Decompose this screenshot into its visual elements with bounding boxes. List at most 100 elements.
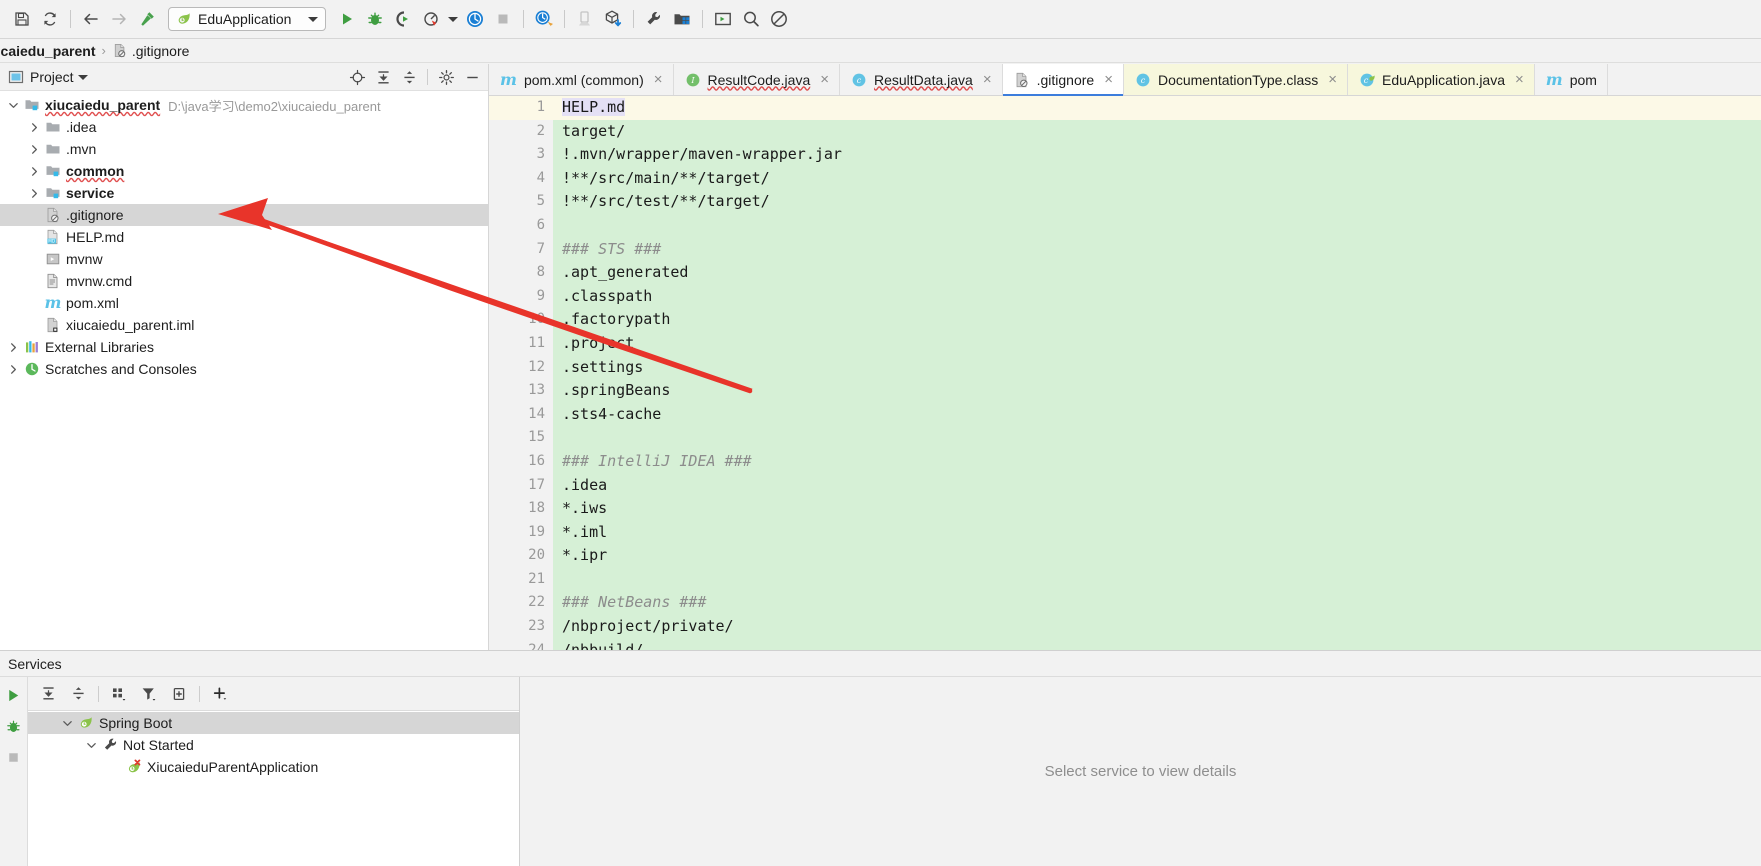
debug-icon[interactable] xyxy=(361,6,389,32)
code-line[interactable] xyxy=(553,213,1761,238)
chevron-down-icon[interactable] xyxy=(77,74,88,80)
hide-icon[interactable] xyxy=(460,66,484,88)
line-number[interactable]: 6 xyxy=(489,214,553,238)
collapse-all-icon[interactable] xyxy=(64,682,92,706)
device-manager-icon[interactable] xyxy=(571,6,599,32)
group-by-icon[interactable] xyxy=(105,682,133,706)
code-line[interactable]: !**/src/test/**/target/ xyxy=(553,190,1761,214)
line-number[interactable]: 22 xyxy=(489,591,553,615)
project-tree-item[interactable]: service xyxy=(0,182,488,204)
code-line[interactable]: !.mvn/wrapper/maven-wrapper.jar xyxy=(553,143,1761,167)
close-icon[interactable]: × xyxy=(983,72,992,87)
chevron-down-icon[interactable] xyxy=(82,734,100,756)
project-tree-item[interactable]: mvnw xyxy=(0,248,488,270)
line-number[interactable]: 21 xyxy=(489,568,553,592)
run-configuration-selector[interactable]: EduApplication xyxy=(168,7,326,31)
line-number[interactable]: 24 xyxy=(489,639,553,650)
line-number[interactable]: 19 xyxy=(489,521,553,545)
expand-all-icon[interactable] xyxy=(34,682,62,706)
line-number[interactable]: 3 xyxy=(489,143,553,167)
code-line[interactable] xyxy=(553,426,1761,450)
select-opened-file-icon[interactable] xyxy=(345,66,369,88)
line-number[interactable]: 10 xyxy=(489,308,553,332)
project-tree-item[interactable]: .idea xyxy=(0,116,488,138)
code-line[interactable]: ### IntelliJ IDEA ### xyxy=(553,449,1761,474)
code-line[interactable]: HELP.md xyxy=(553,96,1761,120)
code-line[interactable]: .factorypath xyxy=(553,308,1761,332)
breadcrumb-item-project[interactable]: ucaiedu_parent xyxy=(0,43,95,59)
chevron-down-icon[interactable] xyxy=(4,94,22,116)
code-line[interactable]: .classpath xyxy=(553,284,1761,309)
chevron-down-icon[interactable] xyxy=(308,16,318,22)
project-tree-item[interactable]: mvnw.cmd xyxy=(0,270,488,292)
close-icon[interactable]: × xyxy=(1515,72,1524,87)
line-number[interactable]: 1 xyxy=(489,96,553,120)
chevron-down-icon[interactable] xyxy=(58,712,76,734)
code-line[interactable]: .project xyxy=(553,331,1761,356)
sync-refresh-icon[interactable] xyxy=(36,6,64,32)
chevron-right-icon[interactable] xyxy=(4,358,22,380)
back-arrow-icon[interactable] xyxy=(77,6,105,32)
profiler-dropdown-icon[interactable] xyxy=(445,6,461,32)
project-tree-item[interactable]: xiucaiedu_parent D:\java学习\demo2\xiucaied… xyxy=(0,94,488,116)
code-line[interactable]: .settings xyxy=(553,355,1761,380)
code-line[interactable]: ### NetBeans ### xyxy=(553,591,1761,616)
code-line[interactable]: ### STS ### xyxy=(553,237,1761,262)
line-number[interactable]: 12 xyxy=(489,356,553,380)
code-line[interactable] xyxy=(553,567,1761,592)
code-line[interactable]: !**/src/main/**/target/ xyxy=(553,166,1761,191)
code-line[interactable]: *.iml xyxy=(553,520,1761,545)
editor-tab[interactable]: m pom.xml (common) × xyxy=(489,64,674,95)
editor-tab[interactable]: c ResultData.java × xyxy=(840,64,1003,95)
editor-tab[interactable]: c EduApplication.java × xyxy=(1348,64,1535,95)
code-line[interactable]: target/ xyxy=(553,119,1761,144)
editor-tab[interactable]: c DocumentationType.class × xyxy=(1123,64,1349,95)
search-everywhere-icon[interactable] xyxy=(737,6,765,32)
stop-service-icon[interactable] xyxy=(5,749,22,766)
filter-icon[interactable] xyxy=(135,682,163,706)
run-service-icon[interactable] xyxy=(5,687,22,704)
update-application-icon[interactable] xyxy=(461,6,489,32)
services-tree-item[interactable]: Spring Boot xyxy=(28,712,519,734)
project-tree-item[interactable]: common xyxy=(0,160,488,182)
code-line[interactable]: /nbproject/private/ xyxy=(553,615,1761,639)
project-tree-item[interactable]: Scratches and Consoles xyxy=(0,358,488,380)
chevron-right-icon[interactable] xyxy=(4,336,22,358)
project-tree-item[interactable]: .gitignore xyxy=(0,204,488,226)
forward-arrow-icon[interactable] xyxy=(105,6,133,32)
line-number[interactable]: 4 xyxy=(489,167,553,191)
settings-wrench-icon[interactable] xyxy=(640,6,668,32)
package-download-icon[interactable] xyxy=(599,6,627,32)
profiler-icon[interactable] xyxy=(417,6,445,32)
close-icon[interactable]: × xyxy=(1328,72,1337,87)
code-line[interactable]: .springBeans xyxy=(553,379,1761,403)
stop-icon[interactable] xyxy=(489,6,517,32)
terminal-window-icon[interactable] xyxy=(709,6,737,32)
chevron-right-icon[interactable] xyxy=(25,182,43,204)
line-number[interactable]: 11 xyxy=(489,332,553,356)
line-number[interactable]: 7 xyxy=(489,238,553,262)
code-line[interactable]: *.iws xyxy=(553,497,1761,521)
no-access-icon[interactable] xyxy=(765,6,793,32)
editor-tab[interactable]: m pom xyxy=(1534,64,1608,95)
line-number[interactable]: 23 xyxy=(489,615,553,639)
editor-tab[interactable]: I ResultCode.java × xyxy=(673,64,840,95)
run-coverage-icon[interactable] xyxy=(389,6,417,32)
compile-hammer-icon[interactable] xyxy=(133,6,161,32)
project-tree-item[interactable]: m pom.xml xyxy=(0,292,488,314)
code-line[interactable]: /nbbuild/ xyxy=(553,638,1761,650)
line-number[interactable]: 5 xyxy=(489,190,553,214)
project-structure-icon[interactable] xyxy=(668,6,696,32)
chevron-right-icon[interactable] xyxy=(25,116,43,138)
line-number[interactable]: 13 xyxy=(489,379,553,403)
code-line[interactable]: .idea xyxy=(553,473,1761,498)
project-tree-item[interactable]: External Libraries xyxy=(0,336,488,358)
project-tree-item[interactable]: MD HELP.md xyxy=(0,226,488,248)
code-line[interactable]: *.ipr xyxy=(553,544,1761,568)
line-number[interactable]: 8 xyxy=(489,261,553,285)
editor-gutter[interactable]: 1 2 3 4 5 6 7 8 9 10 11 12 13 14 15 16 17 18 19 20 21 22 23 24 xyxy=(489,96,553,650)
breadcrumb-item-file[interactable]: .gitignore xyxy=(112,43,189,59)
add-tab-icon[interactable] xyxy=(165,682,193,706)
project-tree-item[interactable]: xiucaiedu_parent.iml xyxy=(0,314,488,336)
line-number[interactable]: 15 xyxy=(489,426,553,450)
